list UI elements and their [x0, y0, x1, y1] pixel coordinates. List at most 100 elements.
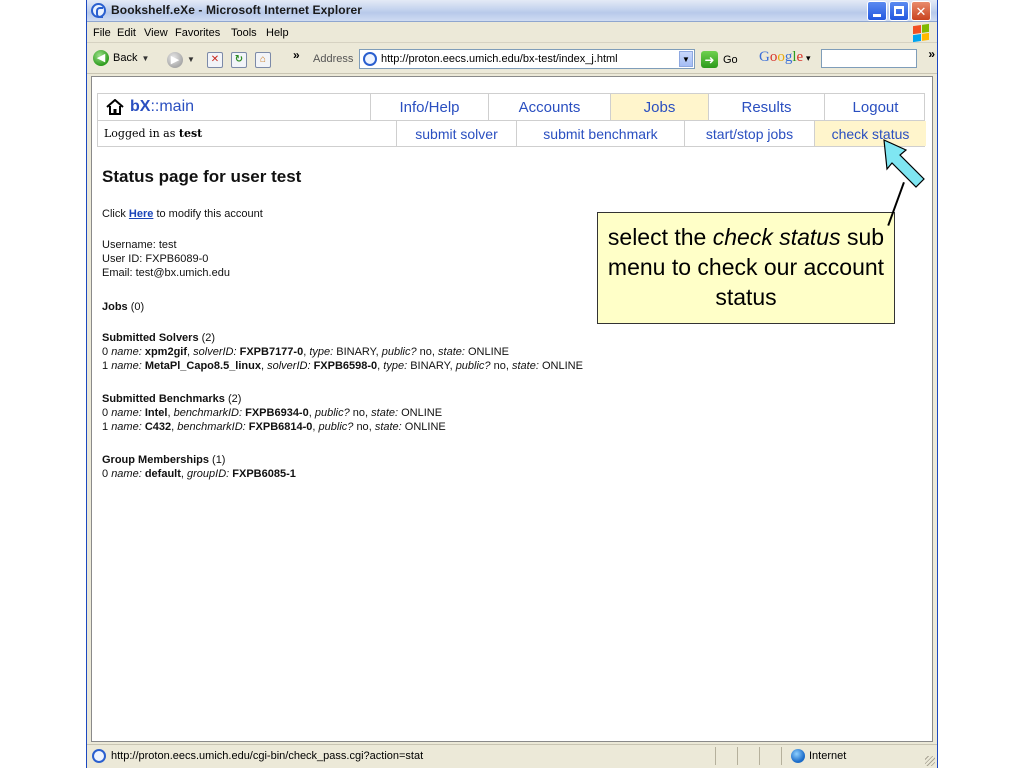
close-button[interactable]: ✕	[911, 1, 931, 21]
email-line: Email: test@bx.umich.edu	[102, 267, 230, 279]
status-divider	[759, 747, 760, 765]
nav-info-help[interactable]: Info/Help	[370, 94, 488, 120]
solver-type: BINARY	[410, 360, 450, 372]
maximize-button[interactable]	[889, 1, 909, 21]
go-label: Go	[723, 53, 738, 66]
solver-type: BINARY	[336, 346, 376, 358]
name-label: name:	[111, 421, 142, 433]
modify-prefix: Click	[102, 208, 126, 220]
home-icon	[106, 99, 124, 115]
solver-state: ONLINE	[467, 346, 509, 358]
nav-results[interactable]: Results	[708, 94, 824, 120]
minimize-button[interactable]	[867, 1, 887, 21]
window-controls: ✕	[867, 1, 931, 21]
state-label: state:	[374, 421, 402, 433]
google-search-input[interactable]	[821, 49, 917, 68]
solver-id: FXPB7177-0	[239, 346, 304, 358]
stop-button[interactable]: ✕	[207, 52, 223, 68]
solver-name: xpm2gif	[144, 346, 188, 358]
name-label: name:	[111, 468, 142, 480]
address-dropdown-icon[interactable]: ▼	[679, 51, 693, 67]
logged-in-user: test	[178, 127, 203, 140]
public-label: public?	[318, 421, 354, 433]
public-label: public?	[314, 407, 350, 419]
benchmark-id-label: benchmarkID:	[173, 407, 243, 419]
benchmark-public: no	[352, 407, 366, 419]
address-url[interactable]: http://proton.eecs.umich.edu/bx-test/ind…	[381, 53, 618, 65]
callout-text-pre: select the	[607, 224, 707, 250]
address-input[interactable]: http://proton.eecs.umich.edu/bx-test/ind…	[359, 49, 695, 69]
home-button[interactable]: ⌂	[255, 52, 271, 68]
window-title: Bookshelf.eXe - Microsoft Internet Explo…	[111, 3, 363, 17]
google-logo[interactable]: Google ▾	[759, 49, 811, 66]
nav-accounts[interactable]: Accounts	[488, 94, 610, 120]
back-arrow-icon: ◀	[93, 50, 109, 66]
brand-bold: bX	[130, 98, 151, 115]
status-bar: http://proton.eecs.umich.edu/cgi-bin/che…	[87, 744, 937, 768]
solver-public: no	[419, 346, 432, 358]
type-label: type:	[309, 346, 334, 358]
brand-name: bX::main	[130, 98, 194, 116]
solver-id: FXPB6598-0	[313, 360, 378, 372]
modify-account-link[interactable]: Here	[129, 208, 153, 220]
modify-suffix: to modify this account	[156, 208, 263, 220]
page-title: Status page for user test	[102, 167, 302, 186]
toolbar-end-chevron-icon[interactable]: »	[928, 47, 935, 61]
maximize-icon	[894, 6, 904, 16]
callout-text-emphasis: check status	[712, 224, 841, 250]
solvers-count: (2)	[201, 332, 216, 344]
page-viewport: bX::main Info/Help Accounts Jobs Results…	[91, 76, 933, 742]
public-label: public?	[381, 346, 417, 358]
solver-id-label: solverID:	[267, 360, 311, 372]
subnav-submit-solver[interactable]: submit solver	[396, 121, 516, 146]
menu-help[interactable]: Help	[266, 27, 289, 39]
jobs-heading: Jobs (0)	[102, 301, 144, 313]
windows-flag-icon	[913, 23, 929, 43]
menu-favorites[interactable]: Favorites	[175, 27, 220, 39]
username-line: Username: test	[102, 239, 177, 251]
name-label: name:	[111, 346, 142, 358]
solver-state: ONLINE	[541, 360, 583, 372]
minimize-icon	[873, 13, 881, 17]
toolbar: ◀ Back ▼ ▶ ▼ ✕ ↻ ⌂ » Address http://prot…	[87, 44, 937, 74]
back-button[interactable]: ◀ Back ▼	[93, 50, 149, 66]
page-icon	[363, 52, 377, 66]
name-label: name:	[111, 360, 142, 372]
resize-grip-icon[interactable]	[925, 756, 935, 766]
back-dropdown-icon[interactable]: ▼	[141, 54, 149, 63]
forward-dropdown-icon[interactable]: ▼	[187, 55, 195, 64]
go-button[interactable]: ➜ Go	[701, 51, 738, 68]
menu-file[interactable]: File	[93, 27, 111, 39]
status-divider	[781, 747, 782, 765]
menu-edit[interactable]: Edit	[117, 27, 136, 39]
toolbar-chevron-icon[interactable]: »	[293, 48, 300, 62]
groups-heading-label: Group Memberships	[102, 454, 209, 466]
menu-tools[interactable]: Tools	[231, 27, 257, 39]
benchmarks-heading: Submitted Benchmarks (2)	[102, 393, 241, 405]
menu-view[interactable]: View	[144, 27, 168, 39]
solver-row: 0 name: xpm2gif, solverID: FXPB7177-0, t…	[102, 346, 509, 358]
forward-button[interactable]: ▶	[167, 52, 183, 68]
benchmark-id: FXPB6814-0	[248, 421, 313, 433]
benchmark-state: ONLINE	[404, 421, 446, 433]
solver-id-label: solverID:	[193, 346, 237, 358]
nav-jobs[interactable]: Jobs	[610, 94, 708, 120]
solvers-heading: Submitted Solvers (2)	[102, 332, 215, 344]
site-navigation: bX::main Info/Help Accounts Jobs Results…	[97, 93, 926, 150]
solver-public: no	[493, 360, 506, 372]
state-label: state:	[371, 407, 399, 419]
nav-logout[interactable]: Logout	[824, 94, 926, 120]
nav-home[interactable]: bX::main	[98, 94, 370, 120]
group-index: 0	[102, 468, 109, 480]
annotation-callout: select the check status sub menu to chec…	[597, 212, 895, 324]
benchmark-id-label: benchmarkID:	[177, 421, 246, 433]
menu-bar: File Edit View Favorites Tools Help	[87, 23, 937, 43]
name-label: name:	[111, 407, 142, 419]
refresh-button[interactable]: ↻	[231, 52, 247, 68]
group-id: FXPB6085-1	[232, 468, 296, 480]
page-status-icon	[92, 749, 106, 763]
solver-index: 1	[102, 360, 109, 372]
subnav-start-stop-jobs[interactable]: start/stop jobs	[684, 121, 814, 146]
subnav-submit-benchmark[interactable]: submit benchmark	[516, 121, 684, 146]
jobs-count: (0)	[130, 301, 145, 313]
